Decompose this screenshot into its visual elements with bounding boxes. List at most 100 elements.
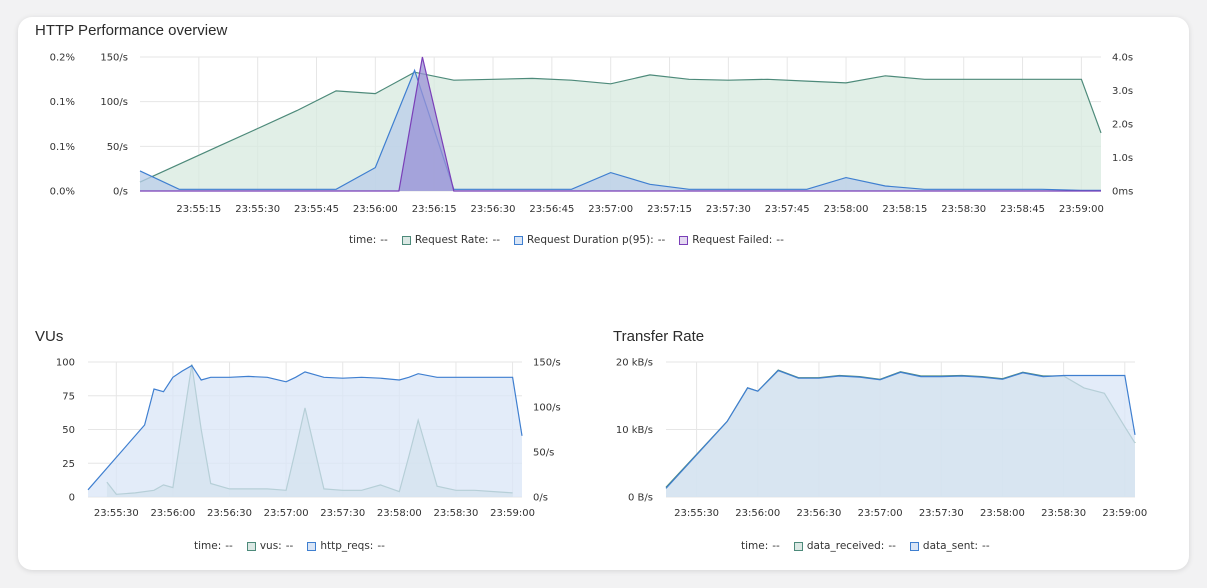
x-tick-label: 23:58:30 [433,508,478,519]
legend-swatch-icon [401,235,411,245]
legend-swatch-icon [793,541,803,551]
vus-legend-item[interactable]: http_reqs: -- [307,540,385,552]
x-tick-label: 23:58:15 [882,204,927,215]
y-tick-label-left: 50 [62,425,75,436]
vus-legend-item[interactable]: vus: -- [246,540,293,552]
y-tick-label-left: 25 [62,459,75,470]
x-tick-label: 23:58:00 [377,508,422,519]
legend-label: vus: [259,540,282,552]
transfer-legend-time: time: -- [741,540,780,552]
x-tick-label: 23:56:45 [529,204,574,215]
x-tick-label: 23:58:00 [824,204,869,215]
y-tick-label-right: 100/s [533,403,561,414]
y-tick-label-right: 0/s [533,493,548,504]
legend-time-value: -- [380,234,388,246]
legend-time-value: -- [225,540,233,552]
x-tick-label: 23:55:30 [235,204,280,215]
x-tick-label: 23:57:30 [320,508,365,519]
legend-swatch-icon [514,235,524,245]
legend-value: -- [776,234,784,246]
x-tick-label: 23:59:00 [1102,508,1147,519]
x-tick-label: 23:57:00 [858,508,903,519]
legend-value: -- [888,540,896,552]
x-tick-label: 23:57:30 [706,204,751,215]
legend-time-label: time: [741,540,769,552]
series-area-http-reqs [88,365,522,497]
x-tick-label: 23:56:00 [353,204,398,215]
legend-time-value: -- [772,540,780,552]
legend-time-label: time: [194,540,222,552]
vus-chart: 23:55:30 23:56:00 23:56:30 23:57:00 23:57:30… [56,358,561,520]
series-area-request-rate [140,72,1101,191]
y-tick-label-left_inner: 50/s [107,142,128,153]
x-tick-label: 23:58:30 [1041,508,1086,519]
x-tick-label: 23:57:15 [647,204,692,215]
legend-label: data_received: [806,540,885,552]
http-legend-item[interactable]: Request Failed: -- [679,234,784,246]
x-tick-label: 23:57:00 [264,508,309,519]
y-tick-label-right: 4.0s [1112,53,1133,64]
x-tick-label: 23:56:15 [412,204,457,215]
http-chart: 23:55:15 23:55:30 23:55:45 23:56:00 23:56:15… [50,53,1134,216]
legend-value: -- [982,540,990,552]
legend-swatch-icon [679,235,689,245]
x-tick-label: 23:58:30 [941,204,986,215]
legend-label: Request Failed: [692,234,773,246]
x-tick-label: 23:56:30 [471,204,516,215]
y-tick-label-left: 0 B/s [628,493,653,504]
transfer-chart: 23:55:30 23:56:00 23:56:30 23:57:00 23:57:30… [616,358,1147,520]
x-tick-label: 23:57:30 [919,508,964,519]
x-tick-label: 23:59:00 [490,508,535,519]
y-tick-label-left: 20 kB/s [616,358,653,369]
legend-swatch-icon [307,541,317,551]
legend-swatch-icon [246,541,256,551]
y-tick-label-left: 0 [69,493,75,504]
x-tick-label: 23:55:30 [674,508,719,519]
transfer-chart-legend: time: -- data_received: -- data_sent: -- [741,540,1004,552]
legend-label: Request Rate: [414,234,489,246]
y-tick-label-right: 1.0s [1112,153,1133,164]
y-tick-label-right: 0ms [1112,187,1133,198]
x-tick-label: 23:55:15 [176,204,221,215]
x-tick-label: 23:57:00 [588,204,633,215]
y-tick-label-left_outer: 0.2% [50,53,75,64]
y-tick-label-left: 10 kB/s [616,425,653,436]
y-tick-label-left_inner: 0/s [113,187,128,198]
y-tick-label-left_outer: 0.1% [50,97,75,108]
x-tick-label: 23:57:45 [765,204,810,215]
x-tick-label: 23:56:00 [150,508,195,519]
y-tick-label-right: 50/s [533,448,554,459]
legend-value: -- [492,234,501,246]
y-tick-label-left_inner: 150/s [100,53,128,64]
y-tick-label-left_outer: 0.1% [50,142,75,153]
y-tick-label-left: 75 [62,391,75,402]
legend-swatch-icon [909,541,919,551]
x-tick-label: 23:55:30 [94,508,139,519]
legend-label: Request Duration p(95): [527,234,654,246]
transfer-legend-item[interactable]: data_received: -- [793,540,896,552]
x-tick-label: 23:59:00 [1059,204,1104,215]
legend-label: data_sent: [922,540,979,552]
x-tick-label: 23:58:00 [980,508,1025,519]
x-tick-label: 23:56:30 [207,508,252,519]
y-tick-label-right: 150/s [533,358,561,369]
legend-label: http_reqs: [320,540,374,552]
legend-value: -- [377,540,385,552]
x-tick-label: 23:56:00 [735,508,780,519]
http-legend-item[interactable]: Request Duration p(95): -- [514,234,665,246]
legend-time-label: time: [349,234,377,246]
vus-chart-legend: time: -- vus: -- http_reqs: -- [194,540,399,552]
legend-value: -- [657,234,666,246]
y-tick-label-left: 100 [56,358,75,369]
transfer-legend-item[interactable]: data_sent: -- [909,540,990,552]
y-tick-label-right: 3.0s [1112,86,1133,97]
x-tick-label: 23:58:45 [1000,204,1045,215]
http-legend-item[interactable]: Request Rate: -- [401,234,501,246]
x-tick-label: 23:55:45 [294,204,339,215]
y-tick-label-right: 2.0s [1112,120,1133,131]
y-tick-label-left_inner: 100/s [100,97,128,108]
y-tick-label-left_outer: 0.0% [50,187,75,198]
x-tick-label: 23:56:30 [796,508,841,519]
vus-legend-time: time: -- [194,540,233,552]
charts-canvas: 23:55:15 23:55:30 23:55:45 23:56:00 23:56:15… [50,53,1148,520]
